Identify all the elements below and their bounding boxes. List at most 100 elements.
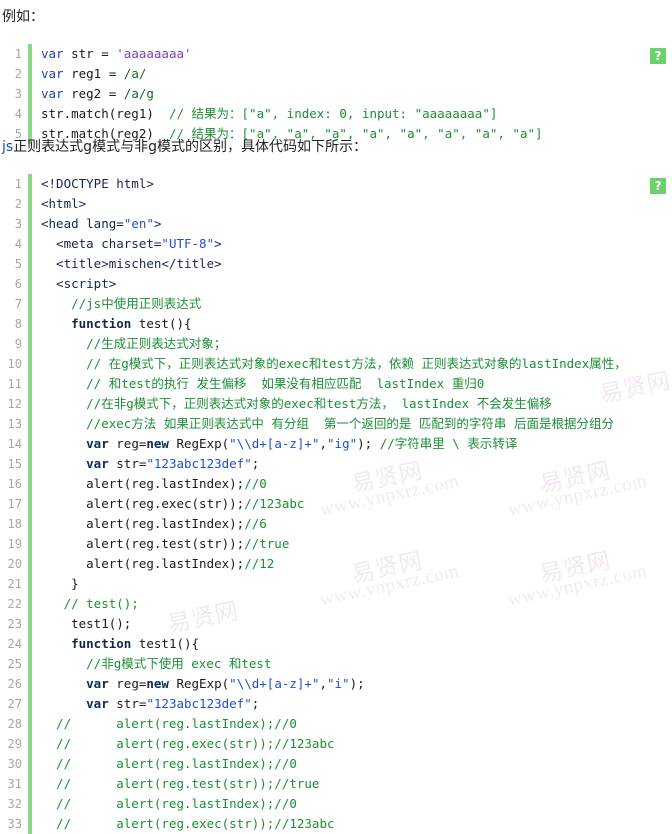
code-token-com: //0 <box>244 476 267 491</box>
line-number: 7 <box>14 297 22 311</box>
code-text[interactable]: // alert(reg.lastIndex);//0 <box>32 714 672 734</box>
code-token-str2: "i" <box>327 676 350 691</box>
code-text[interactable]: var reg1 = /a/ <box>32 64 672 84</box>
code-line: 17 alert(reg.exec(str));//123abc <box>0 494 672 514</box>
code-token-plain: reg= <box>116 436 147 451</box>
code-token-kw: var <box>41 86 72 101</box>
code-text[interactable]: alert(reg.lastIndex);//6 <box>32 514 672 534</box>
code-text[interactable]: var reg=new RegExp("\\d+[a-z]+","i"); <box>32 674 672 694</box>
line-number: 8 <box>14 317 22 331</box>
code-text[interactable]: alert(reg.test(str));//true <box>32 534 672 554</box>
code-text[interactable]: } <box>32 574 672 594</box>
code-token-kw2: function <box>41 316 139 331</box>
code-token-rx: /a/g <box>123 86 154 101</box>
code-line: 3 var reg2 = /a/g <box>0 84 672 104</box>
code-line: 2 <html> <box>0 194 672 214</box>
code-text[interactable]: //生成正则表达式对象； <box>32 334 672 354</box>
code-text[interactable]: test1(); <box>32 614 672 634</box>
code-token-kw2: new <box>146 436 177 451</box>
code-token-plain: alert(reg.lastIndex); <box>41 556 245 571</box>
code-token-kw2: var <box>41 676 117 691</box>
code-token-plain: , <box>319 436 328 451</box>
code-text[interactable]: // 在g模式下，正则表达式对象的exec和test方法，依赖 正则表达式对象的… <box>32 354 672 374</box>
line-number: 22 <box>7 597 22 611</box>
code-text[interactable]: // alert(reg.exec(str));//123abc <box>32 734 672 754</box>
line-number: 24 <box>7 637 22 651</box>
code-text[interactable]: str.match(reg1) // 结果为：["a", index: 0, i… <box>32 104 672 124</box>
code-help-badge[interactable]: ? <box>650 48 666 64</box>
code-help-badge[interactable]: ? <box>650 178 666 194</box>
code-text[interactable]: // alert(reg.test(str));//true <box>32 774 672 794</box>
code-text[interactable]: // alert(reg.lastIndex);//0 <box>32 754 672 774</box>
code-text[interactable]: var reg2 = /a/g <box>32 84 672 104</box>
line-number: 29 <box>7 737 22 751</box>
line-number: 20 <box>7 557 22 571</box>
code-text[interactable]: // test(); <box>32 594 672 614</box>
code-line: 6 <script> <box>0 274 672 294</box>
intro-paragraph: 例如： <box>2 8 44 26</box>
code-text[interactable]: var str = 'aaaaaaaa' <box>32 44 672 64</box>
code-text[interactable]: <script> <box>32 274 672 294</box>
line-number: 26 <box>7 677 22 691</box>
code-line: 19 alert(reg.test(str));//true <box>0 534 672 554</box>
code-line: 3 <head lang="en"> <box>0 214 672 234</box>
code-token-tag: <title>mischen</title> <box>41 256 222 271</box>
code-token-kw: var <box>41 46 72 61</box>
code-text[interactable]: <html> <box>32 194 672 214</box>
line-number: 27 <box>7 697 22 711</box>
code-text[interactable]: function test1(){ <box>32 634 672 654</box>
code-text[interactable]: function test(){ <box>32 314 672 334</box>
code-text[interactable]: var str="123abc123def"; <box>32 694 672 714</box>
code-text[interactable]: //在非g模式下，正则表达式对象的exec和test方法， lastIndex … <box>32 394 672 414</box>
code-line: 29 // alert(reg.exec(str));//123abc <box>0 734 672 754</box>
code-token-plain: RegExp( <box>176 436 230 451</box>
code-line: 9 //生成正则表达式对象； <box>0 334 672 354</box>
code-line: 28 // alert(reg.lastIndex);//0 <box>0 714 672 734</box>
code-text[interactable]: alert(reg.lastIndex);//12 <box>32 554 672 574</box>
code-token-plain: ); <box>357 436 380 451</box>
code-text[interactable]: <meta charset="UTF-8"> <box>32 234 672 254</box>
code-token-tag: > <box>153 216 162 231</box>
line-number: 28 <box>7 717 22 731</box>
code-line: 27 var str="123abc123def"; <box>0 694 672 714</box>
code-text[interactable]: // alert(reg.exec(str));//123abc <box>32 814 672 834</box>
code-line: 25 //非g模式下使用 exec 和test <box>0 654 672 674</box>
code-text[interactable]: <head lang="en"> <box>32 214 672 234</box>
code-line: 7 //js中使用正则表达式 <box>0 294 672 314</box>
code-token-tag: <head lang= <box>41 216 124 231</box>
code-token-tag: <script> <box>41 276 117 291</box>
code-token-tag: > <box>214 236 222 251</box>
line-number: 18 <box>7 517 22 531</box>
code-text[interactable]: <title>mischen</title> <box>32 254 672 274</box>
code-line: 31 // alert(reg.test(str));//true <box>0 774 672 794</box>
code-text[interactable]: //exec方法 如果正则表达式中 有分组 第一个返回的是 匹配到的字符串 后面… <box>32 414 672 434</box>
code-token-plain: reg1 = <box>71 66 124 81</box>
code-token-plain: reg2 = <box>71 86 124 101</box>
code-token-str: 'aaaaaaaa' <box>116 46 192 61</box>
code-token-com: //6 <box>244 516 267 531</box>
code-token-com: // alert(reg.exec(str));//123abc <box>41 736 335 751</box>
code-text[interactable]: <!DOCTYPE html> <box>32 174 672 194</box>
code-text[interactable]: var str="123abc123def"; <box>32 454 672 474</box>
code-token-str2: "123abc123def" <box>146 696 252 711</box>
line-number: 23 <box>7 617 22 631</box>
code-line: 15 var str="123abc123def"; <box>0 454 672 474</box>
code-line: 5 <title>mischen</title> <box>0 254 672 274</box>
code-text[interactable]: alert(reg.exec(str));//123abc <box>32 494 672 514</box>
code-token-plain: alert(reg.exec(str)); <box>41 496 245 511</box>
code-text[interactable]: // alert(reg.lastIndex);//0 <box>32 794 672 814</box>
code-token-plain: } <box>41 576 79 591</box>
line-number: 14 <box>7 437 22 451</box>
code-token-str2: "\\d+[a-z]+" <box>229 676 320 691</box>
code-token-str2: "123abc123def" <box>146 456 252 471</box>
code-text[interactable]: //非g模式下使用 exec 和test <box>32 654 672 674</box>
code-text[interactable]: var reg=new RegExp("\\d+[a-z]+","ig"); /… <box>32 434 672 454</box>
code-token-str2: "\\d+[a-z]+" <box>229 436 320 451</box>
line-number: 3 <box>14 217 22 231</box>
code-text[interactable]: //js中使用正则表达式 <box>32 294 672 314</box>
code-text[interactable]: alert(reg.lastIndex);//0 <box>32 474 672 494</box>
code-line: 24 function test1(){ <box>0 634 672 654</box>
code-text[interactable]: // 和test的执行 发生偏移 如果没有相应匹配 lastIndex 重归0 <box>32 374 672 394</box>
code-token-plain: str= <box>116 696 147 711</box>
line-number: 13 <box>7 417 22 431</box>
